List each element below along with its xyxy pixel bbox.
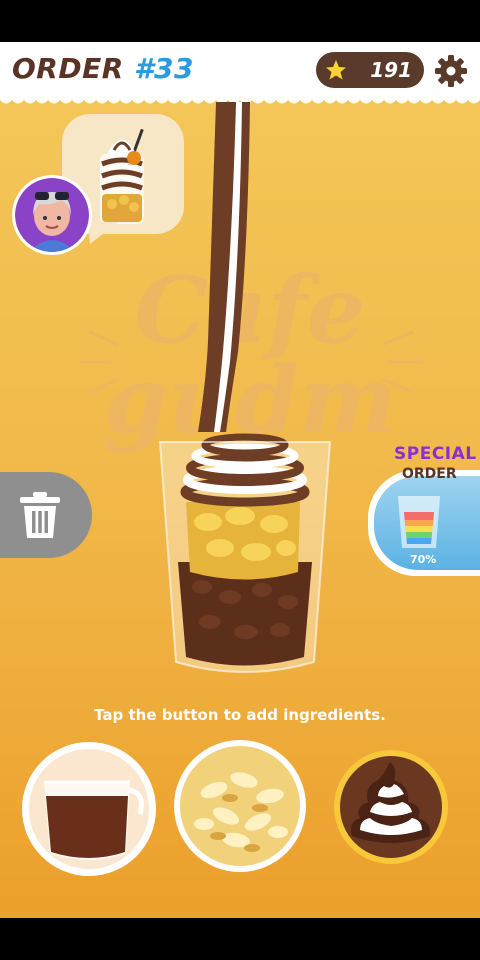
- order-label: ORDER: [12, 52, 124, 85]
- score-value: 191: [370, 58, 412, 82]
- hint-text: Tap the button to add ingredients.: [94, 706, 386, 724]
- cereal-icon: [180, 746, 300, 866]
- status-bar: [0, 0, 480, 42]
- order-title: ORDER #33: [12, 52, 194, 85]
- trash-button[interactable]: [0, 472, 92, 558]
- score-counter: 191: [316, 52, 424, 88]
- top-bar: ORDER #33 191: [0, 42, 480, 100]
- ingredient-coffee-button[interactable]: [22, 742, 156, 876]
- special-order-progress: 70%: [410, 553, 437, 566]
- special-order-title: SPECIAL: [394, 444, 477, 464]
- ingredient-cream-button[interactable]: [334, 750, 448, 864]
- rainbow-drink-icon: [398, 496, 440, 548]
- bubble-tail: [88, 222, 118, 244]
- gear-icon[interactable]: [434, 54, 468, 88]
- special-order-subtitle: ORDER: [402, 466, 457, 482]
- drink-glass: [158, 102, 332, 673]
- order-number: #33: [134, 52, 194, 85]
- star-icon: [326, 60, 346, 80]
- coffee-icon: [29, 749, 149, 869]
- special-order-button[interactable]: SPECIAL ORDER 70%: [368, 444, 480, 576]
- game-screen: ORDER #33 191 Cafe gudm SPECIAL ORDER 70…: [0, 42, 480, 918]
- customer-avatar: [12, 175, 92, 255]
- ingredient-cereal-button[interactable]: [174, 740, 306, 872]
- trash-icon: [20, 492, 60, 538]
- navigation-bar: [0, 918, 480, 960]
- cream-swirl-icon: [340, 756, 442, 858]
